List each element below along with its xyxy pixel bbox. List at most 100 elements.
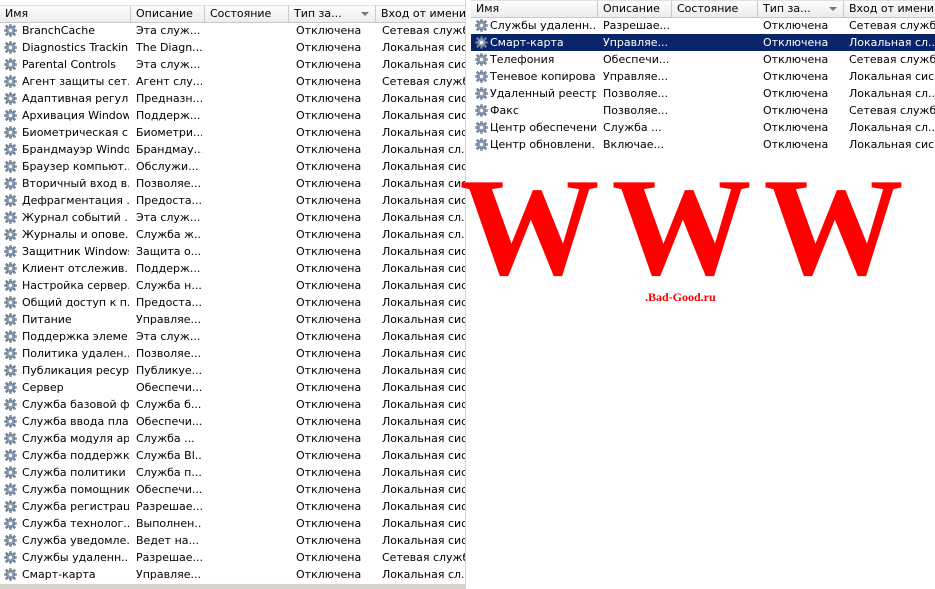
service-status bbox=[677, 51, 755, 68]
service-row[interactable]: Служба базовой ф... Служба б... Отключена Л… bbox=[0, 396, 465, 413]
service-status bbox=[210, 158, 286, 175]
service-row[interactable]: Сервер Обеспечи... Отключена Локальная сис.… bbox=[0, 379, 465, 396]
service-description: Управляе... bbox=[603, 70, 669, 83]
service-row[interactable]: Политика удален... Позволяе... Отключена Ло… bbox=[0, 345, 465, 362]
service-name: Службы удаленн... bbox=[490, 19, 596, 32]
service-row[interactable]: Архивация Windows Поддерж... Отключена Лока… bbox=[0, 107, 465, 124]
gear-icon bbox=[4, 347, 17, 360]
service-row[interactable]: Diagnostics Trackin... The Diagn... Отключ… bbox=[0, 39, 465, 56]
service-row[interactable]: Журнал событий ... Эта служ... Отключена Ло… bbox=[0, 209, 465, 226]
service-row[interactable]: Служба помощник... Обеспечи... Отключена Ло… bbox=[0, 481, 465, 498]
gear-icon bbox=[475, 104, 488, 117]
service-logon-as: Локальная сис... bbox=[382, 92, 466, 105]
service-name: Дефрагментация ... bbox=[22, 194, 129, 207]
services-list-left[interactable]: Имя Описание Состояние Тип за... Вход от… bbox=[0, 0, 466, 589]
service-startup-type: Отключена bbox=[296, 398, 362, 411]
service-row[interactable]: Дефрагментация ... Предоста... Отключена Ло… bbox=[0, 192, 465, 209]
service-row[interactable]: Центр обеспечени... Служба ... Отключена Ло… bbox=[471, 119, 935, 136]
service-status bbox=[210, 260, 286, 277]
service-row[interactable]: Службы удаленн... Разрешае... Отключена Сет… bbox=[471, 17, 935, 34]
column-header: Имя Описание Состояние Тип за... Вход от… bbox=[471, 0, 935, 18]
service-description: Обслужи... bbox=[136, 160, 199, 173]
service-row[interactable]: Адаптивная регул... Предназн... Отключена Л… bbox=[0, 90, 465, 107]
service-logon-as: Локальная сл... bbox=[849, 121, 935, 134]
service-status bbox=[210, 73, 286, 90]
column-startup-type-label: Тип за... bbox=[763, 2, 811, 15]
service-status bbox=[210, 175, 286, 192]
service-row[interactable]: Настройка сервер... Служба н... Отключена Л… bbox=[0, 277, 465, 294]
column-description-header[interactable]: Описание bbox=[131, 6, 205, 22]
gear-icon bbox=[475, 121, 488, 134]
service-startup-type: Отключена bbox=[296, 466, 362, 479]
service-row[interactable]: Факс Позволяе... Отключена Сетевая служба bbox=[471, 102, 935, 119]
column-description-header[interactable]: Описание bbox=[598, 1, 672, 17]
service-logon-as: Сетевая служба bbox=[382, 75, 465, 88]
service-row[interactable]: Телефония Обеспечи... Отключена Сетевая слу… bbox=[471, 51, 935, 68]
service-status bbox=[210, 124, 286, 141]
gear-icon bbox=[4, 262, 17, 275]
service-description: Позволяе... bbox=[136, 177, 201, 190]
service-status bbox=[210, 277, 286, 294]
service-description: Служба п... bbox=[136, 466, 202, 479]
watermark-text: WWW bbox=[459, 150, 916, 305]
service-description: Обеспечи... bbox=[136, 483, 202, 496]
service-row[interactable]: Смарт-карта Управляе... Отключена Локальная… bbox=[471, 34, 935, 51]
service-row[interactable]: Агент защиты сет... Агент слу... Отключена… bbox=[0, 73, 465, 90]
column-status-header[interactable]: Состояние bbox=[672, 1, 758, 17]
service-row[interactable]: Вторичный вход в... Позволяе... Отключена Л… bbox=[0, 175, 465, 192]
column-name-header[interactable]: Имя bbox=[0, 6, 131, 22]
service-startup-type: Отключена bbox=[296, 551, 362, 564]
service-row[interactable]: Служба поддержк... Служба Bl... Отключена Л… bbox=[0, 447, 465, 464]
horizontal-scrollbar[interactable] bbox=[0, 584, 465, 589]
service-startup-type: Отключена bbox=[763, 87, 829, 100]
service-startup-type: Отключена bbox=[296, 432, 362, 445]
service-row[interactable]: Служба технолог... Выполнен... Отключена Ло… bbox=[0, 515, 465, 532]
service-row[interactable]: Публикация ресур... Публикуе... Отключена Л… bbox=[0, 362, 465, 379]
services-list-right[interactable]: Имя Описание Состояние Тип за... Вход от… bbox=[471, 0, 935, 155]
service-description: Выполнен... bbox=[136, 517, 202, 530]
service-row[interactable]: Служба модуля ар... Служба ... Отключена Ло… bbox=[0, 430, 465, 447]
column-logon-header[interactable]: Вход от имени bbox=[376, 6, 465, 22]
service-row[interactable]: Браузер компьют... Обслужи... Отключена Лок… bbox=[0, 158, 465, 175]
service-startup-type: Отключена bbox=[296, 109, 362, 122]
service-row[interactable]: Защитник Windows Защита о... Отключена Лока… bbox=[0, 243, 465, 260]
service-row[interactable]: Теневое копирова... Управляе... Отключена Л… bbox=[471, 68, 935, 85]
service-status bbox=[210, 192, 286, 209]
service-row[interactable]: Журналы и опове... Служба ж... Отключена Ло… bbox=[0, 226, 465, 243]
service-row[interactable]: Клиент отслежив... Поддерж... Отключена Лок… bbox=[0, 260, 465, 277]
service-description: Позволяе... bbox=[603, 87, 668, 100]
service-logon-as: Локальная сис... bbox=[382, 330, 466, 343]
service-row[interactable]: Служба уведомле... Ведет на... Отключена Ло… bbox=[0, 532, 465, 549]
service-row[interactable]: Общий доступ к п... Предоста... Отключена Л… bbox=[0, 294, 465, 311]
service-row[interactable]: Служба регистрац... Разрешае... Отключена Л… bbox=[0, 498, 465, 515]
gear-icon bbox=[475, 36, 488, 49]
service-logon-as: Локальная сис... bbox=[382, 517, 466, 530]
service-name: Служба политики ... bbox=[22, 466, 129, 479]
service-row[interactable]: Службы удаленн... Разрешае... Отключена Сет… bbox=[0, 549, 465, 566]
column-name-header[interactable]: Имя bbox=[471, 1, 598, 17]
service-row[interactable]: Служба ввода пла... Обеспечи... Отключена Л… bbox=[0, 413, 465, 430]
service-row[interactable]: Питание Управляе... Отключена Локальная сис… bbox=[0, 311, 465, 328]
service-status bbox=[210, 362, 286, 379]
service-row[interactable]: Брандмауэр Windows Брандмау... Отключена Ло… bbox=[0, 141, 465, 158]
gear-icon bbox=[4, 534, 17, 547]
service-row[interactable]: Поддержка элеме... Эта служ... Отключена Ло… bbox=[0, 328, 465, 345]
column-logon-header[interactable]: Вход от имени bbox=[844, 1, 935, 17]
service-row[interactable]: Parental Controls Эта служ... Отключена Лок… bbox=[0, 56, 465, 73]
service-status bbox=[210, 464, 286, 481]
service-row[interactable]: Удаленный реестр Позволяе... Отключена Лока… bbox=[471, 85, 935, 102]
service-row[interactable]: Служба политики ... Служба п... Отключена Л… bbox=[0, 464, 465, 481]
column-startup-type-header[interactable]: Тип за... bbox=[289, 6, 376, 22]
service-startup-type: Отключена bbox=[296, 75, 362, 88]
service-row[interactable]: Смарт-карта Управляе... Отключена Локальная… bbox=[0, 566, 465, 583]
service-startup-type: Отключена bbox=[296, 194, 362, 207]
service-row[interactable]: BranchCache Эта служ... Отключена Сетевая с… bbox=[0, 22, 465, 39]
service-startup-type: Отключена bbox=[296, 296, 362, 309]
service-row[interactable]: Биометрическая с... Биометри... Отключена Л… bbox=[0, 124, 465, 141]
service-status bbox=[210, 107, 286, 124]
service-description: Поддерж... bbox=[136, 109, 201, 122]
column-status-header[interactable]: Состояние bbox=[205, 6, 289, 22]
column-startup-type-header[interactable]: Тип за... bbox=[758, 1, 844, 17]
service-status bbox=[210, 430, 286, 447]
service-startup-type: Отключена bbox=[296, 381, 362, 394]
